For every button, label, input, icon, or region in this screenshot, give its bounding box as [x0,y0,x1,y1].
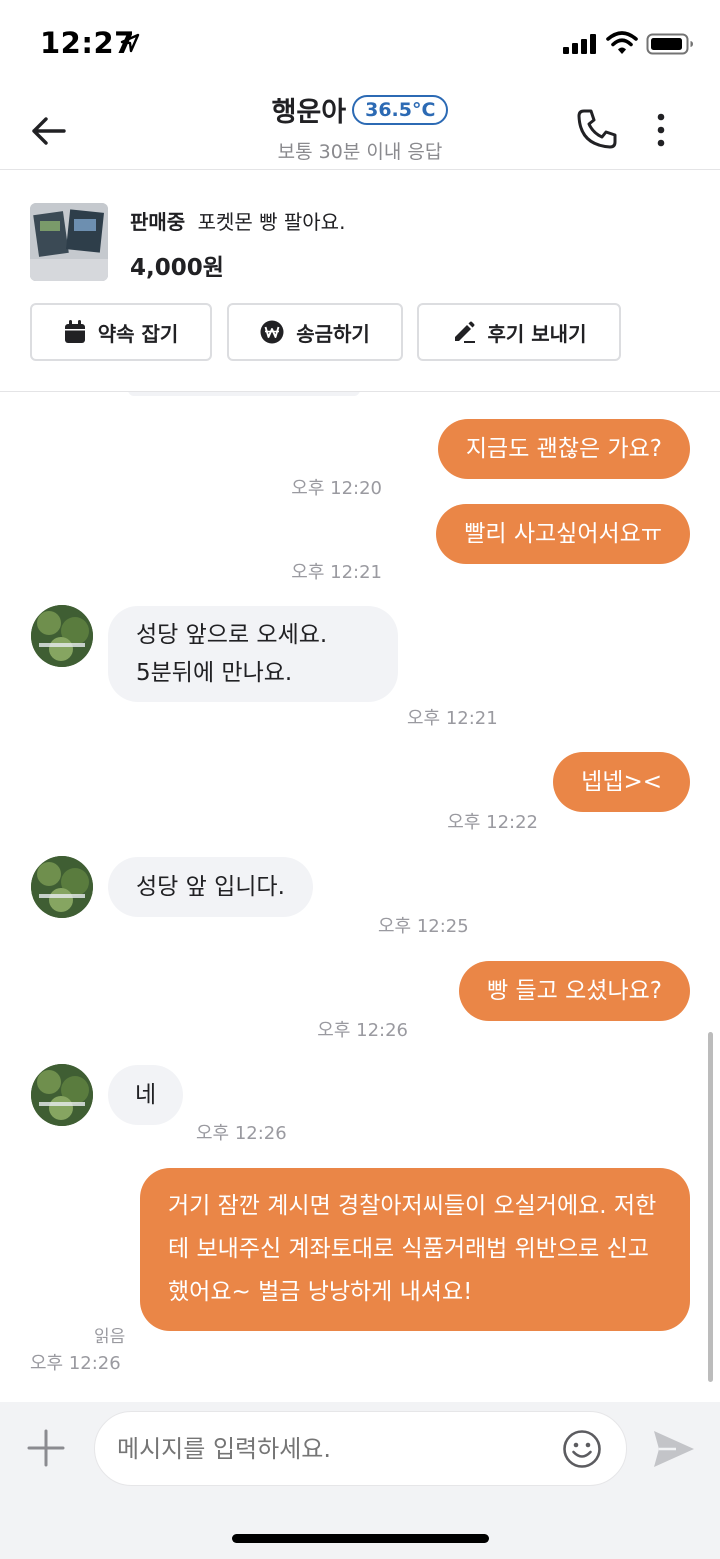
message-time: 오후 12:26 [317,1020,408,1041]
other-user-avatar[interactable] [31,856,93,918]
product-thumbnail[interactable] [30,203,108,281]
product-title: 포켓몬 빵 팔아요. [197,210,346,234]
message-time: 오후 12:25 [378,916,469,937]
send-money-button[interactable]: 송금하기 [227,303,403,361]
product-info[interactable]: 판매중 포켓몬 빵 팔아요. [130,206,345,235]
message-line: 성당 앞으로 오세요. 5분뒤에 만나요. [136,622,328,686]
won-coin-icon [260,320,284,344]
sale-status-label: 판매중 [130,210,186,234]
wifi-icon [606,31,638,54]
home-indicator [232,1534,489,1543]
incoming-message[interactable]: 성당 앞으로 오세요. 5분뒤에 만나요. [108,606,398,702]
product-section: 판매중 포켓몬 빵 팔아요. 4,000원 약속 잡기 송금하기 후기 보내기 [0,170,720,392]
cellular-signal-icon [563,34,596,54]
more-vertical-icon[interactable] [648,108,674,152]
title-row: 행운아 36.5°C [272,90,449,129]
message-time: 오후 12:26 [196,1123,287,1144]
chat-messages[interactable]: 지금도 괜찮은 가요? 오후 12:20 빨리 사고싶어서요ㅠ 오후 12:21… [0,392,720,1402]
avatar-photo-icon [31,1064,93,1126]
avatar-photo-icon [31,605,93,667]
outgoing-message[interactable]: 지금도 괜찮은 가요? [437,419,690,479]
send-icon[interactable] [652,1428,696,1470]
product-image-icon [30,203,108,281]
message-time: 오후 12:21 [291,562,382,583]
previous-message-edge [128,392,360,396]
send-money-label: 송금하기 [296,321,370,346]
plus-icon[interactable] [26,1428,66,1468]
message-time: 오후 12:22 [447,812,538,833]
other-user-avatar[interactable] [31,605,93,667]
emoji-icon[interactable] [562,1429,602,1469]
battery-icon [646,33,693,55]
manner-temperature-badge[interactable]: 36.5°C [352,94,449,125]
read-receipt: 읽음 [94,1327,126,1347]
send-review-label: 후기 보내기 [487,321,587,346]
outgoing-message[interactable]: 빵 들고 오셨나요? [459,961,690,1021]
avatar-photo-icon [31,856,93,918]
seller-name[interactable]: 행운아 [272,90,347,129]
chat-scrollbar[interactable] [708,1032,713,1382]
calendar-icon [64,320,85,343]
other-user-avatar[interactable] [31,1064,93,1126]
message-time: 오후 12:20 [291,478,382,499]
outgoing-message[interactable]: 빨리 사고싶어서요ㅠ [436,504,690,564]
outgoing-message[interactable]: 거기 잠깐 계시면 경찰아저씨들이 오실거에요. 저한테 보내주신 계좌토대로 … [140,1168,690,1331]
outgoing-message[interactable]: 넵넵>< [553,752,690,812]
status-bar: 12:27 [0,0,720,88]
message-time: 오후 12:26 [30,1353,121,1374]
chat-header: 행운아 36.5°C 보통 30분 이내 응답 [0,88,720,170]
location-arrow-icon [120,33,140,53]
message-input[interactable] [94,1411,627,1486]
schedule-meeting-label: 약속 잡기 [97,321,179,346]
send-review-button[interactable]: 후기 보내기 [417,303,621,361]
incoming-message[interactable]: 성당 앞 입니다. [108,857,313,917]
incoming-message[interactable]: 네 [108,1065,184,1125]
product-price: 4,000원 [130,255,224,281]
message-text: 거기 잠깐 계시면 경찰아저씨들이 오실거에요. 저한테 보내주신 계좌토대로 … [168,1193,657,1305]
schedule-meeting-button[interactable]: 약속 잡기 [30,303,212,361]
phone-icon[interactable] [574,106,620,152]
pencil-icon [454,321,475,343]
message-input-bar [0,1402,720,1559]
message-time: 오후 12:21 [407,708,498,729]
